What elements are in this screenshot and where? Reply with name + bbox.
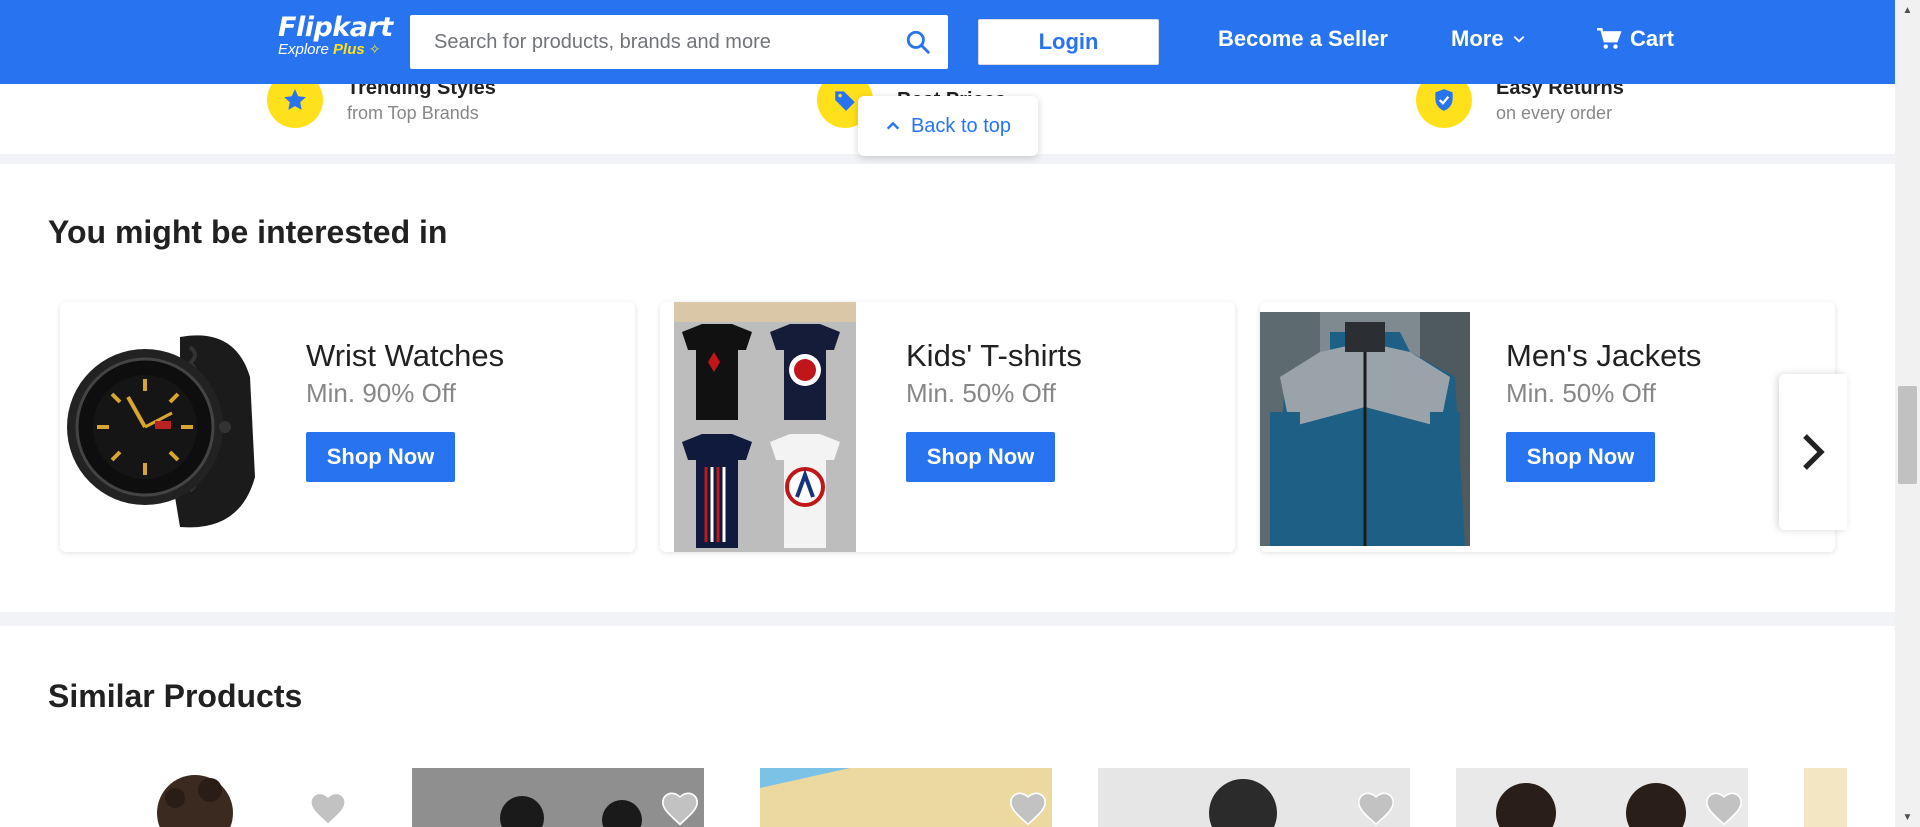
similar-product-card[interactable] xyxy=(1098,768,1410,827)
shop-now-button[interactable]: Shop Now xyxy=(1506,432,1655,482)
carousel-next-button[interactable] xyxy=(1779,374,1847,530)
category-card-watches[interactable]: Wrist Watches Min. 90% Off Shop Now xyxy=(60,302,635,552)
card-title: Wrist Watches xyxy=(306,338,505,373)
shop-now-button[interactable]: Shop Now xyxy=(906,432,1055,482)
plus-icon: ✧ xyxy=(368,41,381,57)
feature-subtitle: on every order xyxy=(1496,103,1613,123)
interested-section: You might be interested in Wrist Watches… xyxy=(0,164,1895,612)
chevron-up-icon xyxy=(886,121,900,130)
similar-products-section: Similar Products xyxy=(0,626,1895,827)
search-button[interactable] xyxy=(888,15,948,69)
chevron-down-icon xyxy=(1513,36,1524,43)
wishlist-heart-icon[interactable] xyxy=(660,790,700,826)
search-input[interactable] xyxy=(410,15,888,69)
card-title: Kids' T-shirts xyxy=(906,338,1082,373)
become-seller-link[interactable]: Become a Seller xyxy=(1218,26,1388,52)
top-header: Flipkart Explore Plus ✧ Login Become a S… xyxy=(0,0,1895,84)
similar-product-card[interactable] xyxy=(1456,768,1748,827)
login-button[interactable]: Login xyxy=(978,19,1159,65)
similar-product-card[interactable] xyxy=(1804,768,1847,827)
card-title: Men's Jackets xyxy=(1506,338,1702,373)
shop-now-button[interactable]: Shop Now xyxy=(306,432,455,482)
back-to-top-label: Back to top xyxy=(910,114,1012,137)
category-card-mens-jackets[interactable]: Men's Jackets Min. 50% Off Shop Now xyxy=(1260,302,1835,552)
scroll-up-arrow-icon[interactable]: ▲ xyxy=(1895,0,1920,20)
card-subtitle: Min. 90% Off xyxy=(306,378,456,408)
search-bar xyxy=(410,15,948,69)
similar-product-card[interactable] xyxy=(412,768,704,827)
wishlist-heart-icon[interactable] xyxy=(308,790,348,826)
more-label: More xyxy=(1451,26,1504,51)
mens-jacket-image xyxy=(1260,312,1470,546)
card-subtitle: Min. 50% Off xyxy=(906,378,1056,408)
scroll-thumb[interactable] xyxy=(1898,386,1917,484)
category-card-kids-tshirts[interactable]: Kids' T-shirts Min. 50% Off Shop Now xyxy=(660,302,1235,552)
back-to-top-button[interactable]: Back to top xyxy=(858,96,1038,156)
card-subtitle: Min. 50% Off xyxy=(1506,378,1656,408)
feature-subtitle: from Top Brands xyxy=(347,103,479,123)
become-seller-label: Become a Seller xyxy=(1218,26,1388,51)
wishlist-heart-icon[interactable] xyxy=(1704,790,1744,826)
wishlist-heart-icon[interactable] xyxy=(1008,790,1048,826)
cart-label: Cart xyxy=(1630,26,1675,51)
section-title: You might be interested in xyxy=(48,214,448,250)
wishlist-heart-icon[interactable] xyxy=(1356,790,1396,826)
cart-link[interactable]: Cart xyxy=(1596,26,1674,52)
cart-icon xyxy=(1597,28,1622,49)
flipkart-logo[interactable]: Flipkart Explore Plus ✧ xyxy=(278,12,398,68)
search-icon xyxy=(906,30,930,54)
kids-tshirts-image xyxy=(674,302,856,552)
logo-explore: Explore xyxy=(278,41,329,58)
chevron-right-icon xyxy=(1803,434,1825,470)
scroll-down-arrow-icon[interactable]: ▼ xyxy=(1895,807,1920,827)
logo-plus: Plus xyxy=(333,41,365,58)
similar-product-card[interactable] xyxy=(760,768,1052,827)
product-image xyxy=(1804,768,1847,827)
section-title: Similar Products xyxy=(48,678,303,714)
page-scrollbar[interactable]: ▲ ▼ xyxy=(1895,0,1920,827)
more-menu[interactable]: More xyxy=(1451,26,1526,52)
logo-subtext: Explore Plus ✧ xyxy=(278,41,398,58)
logo-text: Flipkart xyxy=(278,12,393,43)
similar-product-card[interactable] xyxy=(60,768,352,827)
watch-image xyxy=(60,302,270,552)
